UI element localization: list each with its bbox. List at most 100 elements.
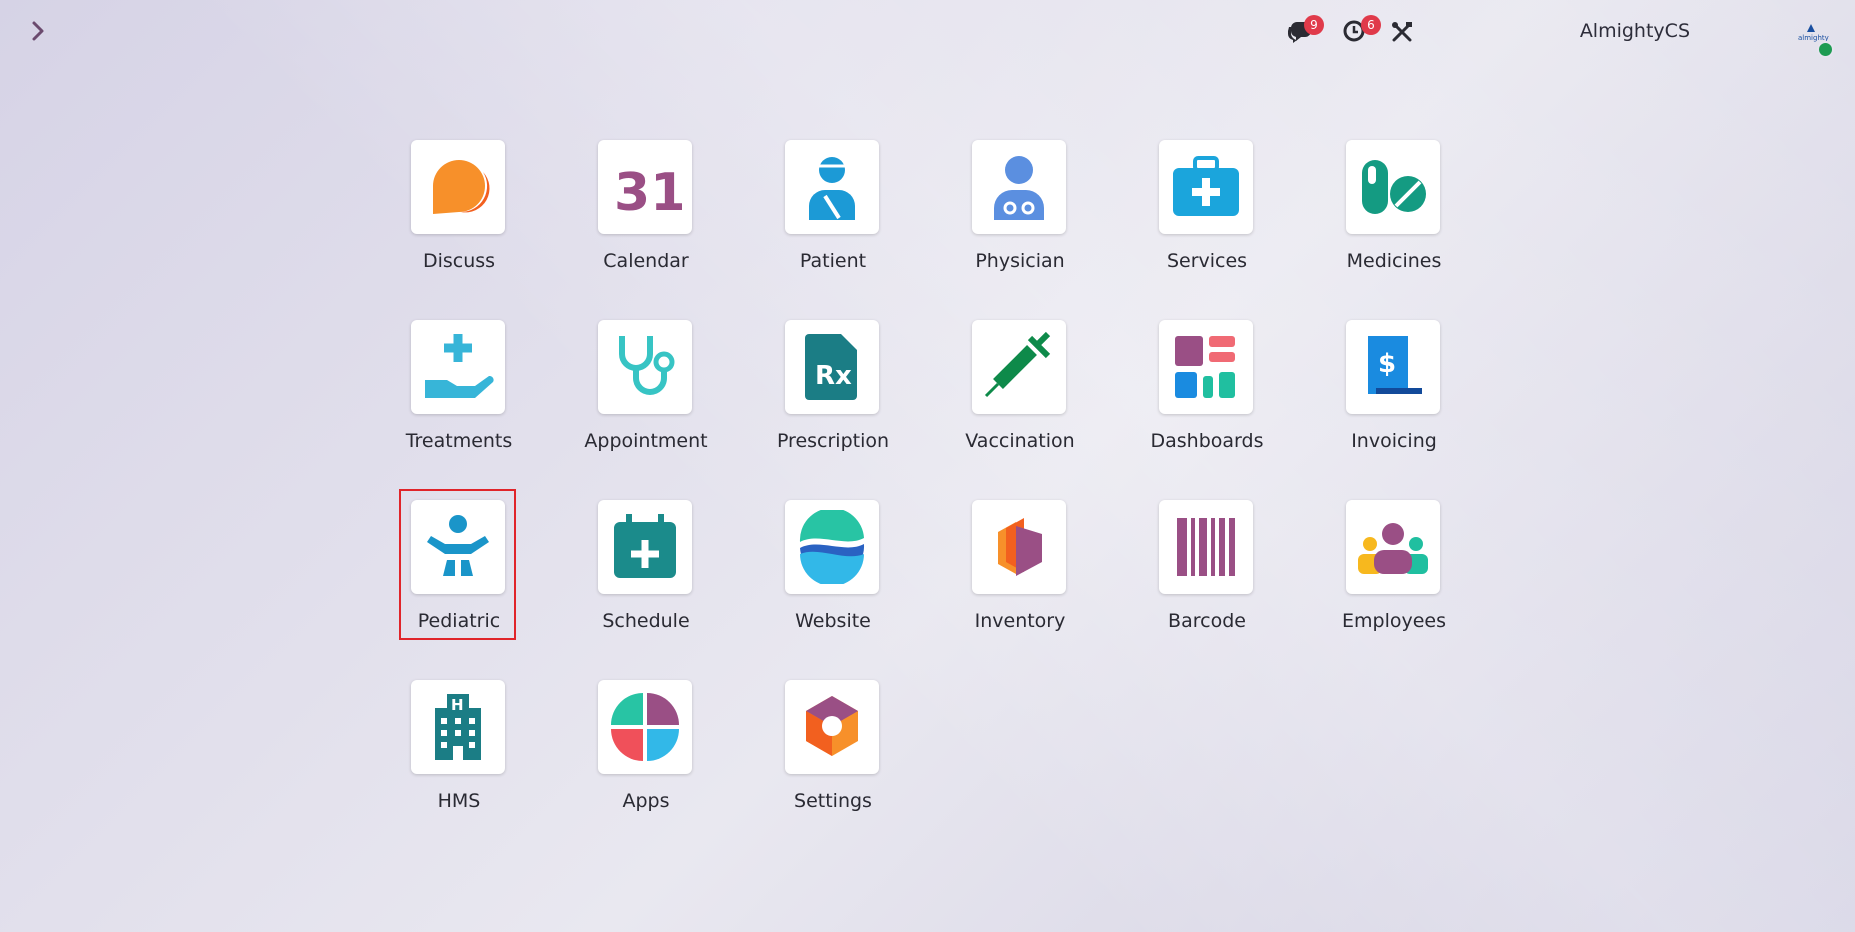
app-label: Settings xyxy=(794,790,872,812)
online-status-indicator xyxy=(1817,41,1834,58)
inventory-cube-icon xyxy=(998,518,1042,576)
app-medicines[interactable]: Medicines xyxy=(1334,140,1454,290)
prescription-icon: Rx xyxy=(805,334,857,400)
app-schedule[interactable]: Schedule xyxy=(586,500,706,650)
background-decoration xyxy=(0,0,1855,932)
app-label: Prescription xyxy=(776,430,890,452)
app-tile xyxy=(785,140,879,234)
svg-text:Rx: Rx xyxy=(815,361,852,391)
hospital-icon: H xyxy=(435,694,481,760)
syringe-icon xyxy=(984,331,1051,398)
app-tile xyxy=(1346,500,1440,594)
app-hms[interactable]: H HMS xyxy=(399,680,519,830)
app-label: Patient xyxy=(799,250,867,272)
physician-icon xyxy=(994,156,1044,220)
app-vaccination[interactable]: Vaccination xyxy=(960,320,1080,470)
app-tile xyxy=(598,320,692,414)
app-apps[interactable]: Apps xyxy=(586,680,706,830)
tools-icon xyxy=(1392,22,1412,42)
app-label: Inventory xyxy=(974,610,1066,632)
app-tile xyxy=(972,500,1066,594)
app-tile xyxy=(1159,500,1253,594)
stethoscope-icon xyxy=(619,336,675,395)
medical-kit-icon xyxy=(1173,156,1239,216)
baby-icon xyxy=(427,515,489,576)
app-tile xyxy=(598,680,692,774)
app-tile: H xyxy=(411,680,505,774)
activities-button[interactable]: 6 xyxy=(1342,15,1381,44)
app-treatments[interactable]: Treatments xyxy=(399,320,519,470)
app-label: Discuss xyxy=(422,250,496,272)
app-tile: Rx xyxy=(785,320,879,414)
website-icon xyxy=(799,510,865,584)
app-services[interactable]: Services xyxy=(1147,140,1267,290)
app-dashboards[interactable]: Dashboards xyxy=(1147,320,1267,470)
app-label: Pediatric xyxy=(417,610,501,632)
app-label: Dashboards xyxy=(1150,430,1264,452)
employees-icon xyxy=(1358,523,1428,574)
chevron-right-icon[interactable] xyxy=(26,18,50,44)
app-tile xyxy=(1159,140,1253,234)
user-avatar[interactable]: almighty xyxy=(1797,20,1834,58)
discuss-icon xyxy=(433,160,490,214)
app-label: Services xyxy=(1166,250,1248,272)
svg-text:H: H xyxy=(451,696,464,714)
pills-icon xyxy=(1362,160,1426,214)
top-bar: 9 6 AlmightyCS almighty xyxy=(0,0,1855,62)
app-label: HMS xyxy=(437,790,481,812)
app-tile: $ xyxy=(1346,320,1440,414)
app-prescription[interactable]: Rx Prescription xyxy=(773,320,893,470)
company-name[interactable]: AlmightyCS xyxy=(1580,20,1690,42)
app-label: Medicines xyxy=(1346,250,1442,272)
app-label: Schedule xyxy=(602,610,690,632)
app-invoicing[interactable]: $ Invoicing xyxy=(1334,320,1454,470)
app-tile xyxy=(411,500,505,594)
debug-tools-button[interactable] xyxy=(1390,20,1414,44)
app-label: Barcode xyxy=(1168,610,1246,632)
app-label: Employees xyxy=(1342,610,1446,632)
app-label: Treatments xyxy=(405,430,513,452)
app-tile xyxy=(411,320,505,414)
messages-button[interactable]: 9 xyxy=(1285,15,1324,44)
svg-text:31: 31 xyxy=(614,163,682,223)
app-label: Calendar xyxy=(603,250,689,272)
app-patient[interactable]: Patient xyxy=(773,140,893,290)
app-barcode[interactable]: Barcode xyxy=(1147,500,1267,650)
app-label: Invoicing xyxy=(1351,430,1437,452)
app-settings[interactable]: Settings xyxy=(773,680,893,830)
svg-text:$: $ xyxy=(1378,349,1396,379)
app-inventory[interactable]: Inventory xyxy=(960,500,1080,650)
app-website[interactable]: Website xyxy=(773,500,893,650)
calendar-icon: 31 xyxy=(614,163,682,223)
app-calendar[interactable]: 31 Calendar xyxy=(586,140,706,290)
app-tile xyxy=(1346,140,1440,234)
barcode-icon xyxy=(1177,518,1235,576)
app-tile xyxy=(1159,320,1253,414)
app-tile xyxy=(972,140,1066,234)
patient-icon xyxy=(809,157,855,220)
app-physician[interactable]: Physician xyxy=(960,140,1080,290)
hand-cross-icon xyxy=(425,334,494,398)
dashboards-icon xyxy=(1175,336,1235,398)
app-tile: 31 xyxy=(598,140,692,234)
app-employees[interactable]: Employees xyxy=(1334,500,1454,650)
app-pediatric[interactable]: Pediatric xyxy=(399,500,519,650)
apps-icon xyxy=(611,693,679,761)
app-tile xyxy=(785,680,879,774)
settings-icon xyxy=(806,696,858,756)
app-tile xyxy=(785,500,879,594)
app-label: Vaccination xyxy=(965,430,1075,452)
activities-badge: 6 xyxy=(1361,15,1381,35)
calendar-plus-icon xyxy=(614,514,676,578)
messages-badge: 9 xyxy=(1304,15,1324,35)
app-label: Physician xyxy=(975,250,1065,272)
app-tile xyxy=(598,500,692,594)
app-label: Website xyxy=(795,610,871,632)
app-label: Apps xyxy=(622,790,670,812)
app-tile xyxy=(411,140,505,234)
app-discuss[interactable]: Discuss xyxy=(399,140,519,290)
invoice-icon: $ xyxy=(1368,336,1422,394)
app-tile xyxy=(972,320,1066,414)
app-appointment[interactable]: Appointment xyxy=(584,320,708,470)
app-label: Appointment xyxy=(584,430,708,452)
